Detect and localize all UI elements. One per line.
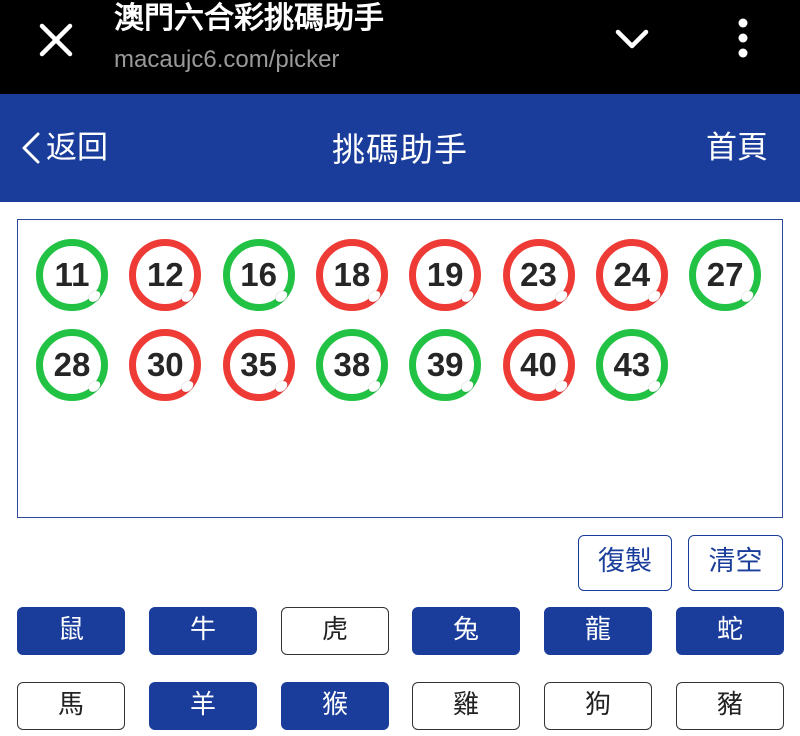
number-ball[interactable]: 40 [502,329,575,401]
number-ball[interactable]: 27 [689,239,762,311]
number-ball[interactable]: 28 [36,329,108,401]
number-ball[interactable]: 12 [129,239,202,311]
number-ball[interactable]: 39 [409,329,482,401]
number-ball[interactable]: 16 [222,239,295,311]
home-button[interactable]: 首頁 [706,130,768,166]
zodiac-button[interactable]: 馬 [17,682,125,730]
close-icon[interactable] [36,20,76,60]
number-ball[interactable]: 19 [409,239,482,311]
zodiac-button[interactable]: 鼠 [17,607,125,655]
zodiac-button[interactable]: 雞 [412,682,520,730]
zodiac-button[interactable]: 狗 [544,682,652,730]
zodiac-button[interactable]: 猴 [281,682,389,730]
clear-button[interactable]: 清空 [688,535,783,591]
number-ball[interactable]: 24 [595,239,668,311]
number-ball[interactable]: 11 [36,239,108,311]
chevron-down-icon[interactable] [610,22,654,58]
number-ball[interactable]: 43 [595,329,668,401]
zodiac-button[interactable]: 牛 [149,607,257,655]
zodiac-button[interactable]: 虎 [281,607,389,655]
zodiac-button[interactable]: 兔 [412,607,520,655]
copy-button[interactable]: 復製 [578,535,672,591]
browser-page-title: 澳門六合彩挑碼助手 [114,1,384,36]
browser-url[interactable]: macaujc6.com/picker [114,44,339,76]
zodiac-button[interactable]: 蛇 [676,607,784,655]
number-ball[interactable]: 38 [315,329,388,401]
zodiac-button[interactable]: 豬 [676,682,784,730]
number-ball[interactable]: 35 [222,329,295,401]
zodiac-button[interactable]: 龍 [544,607,652,655]
selected-numbers-panel: 11 12 16 18 19 23 24 27 28 30 35 38 39 40 43 [17,219,783,518]
number-ball[interactable]: 30 [129,329,202,401]
page-title: 挑碼助手 [332,130,468,169]
number-ball[interactable]: 23 [502,239,575,311]
more-vertical-icon[interactable] [728,14,758,62]
app-header: 返回 挑碼助手 首頁 [0,94,800,202]
zodiac-button[interactable]: 羊 [149,682,257,730]
browser-toolbar: 澳門六合彩挑碼助手 macaujc6.com/picker [0,0,800,94]
number-ball[interactable]: 18 [315,239,388,311]
